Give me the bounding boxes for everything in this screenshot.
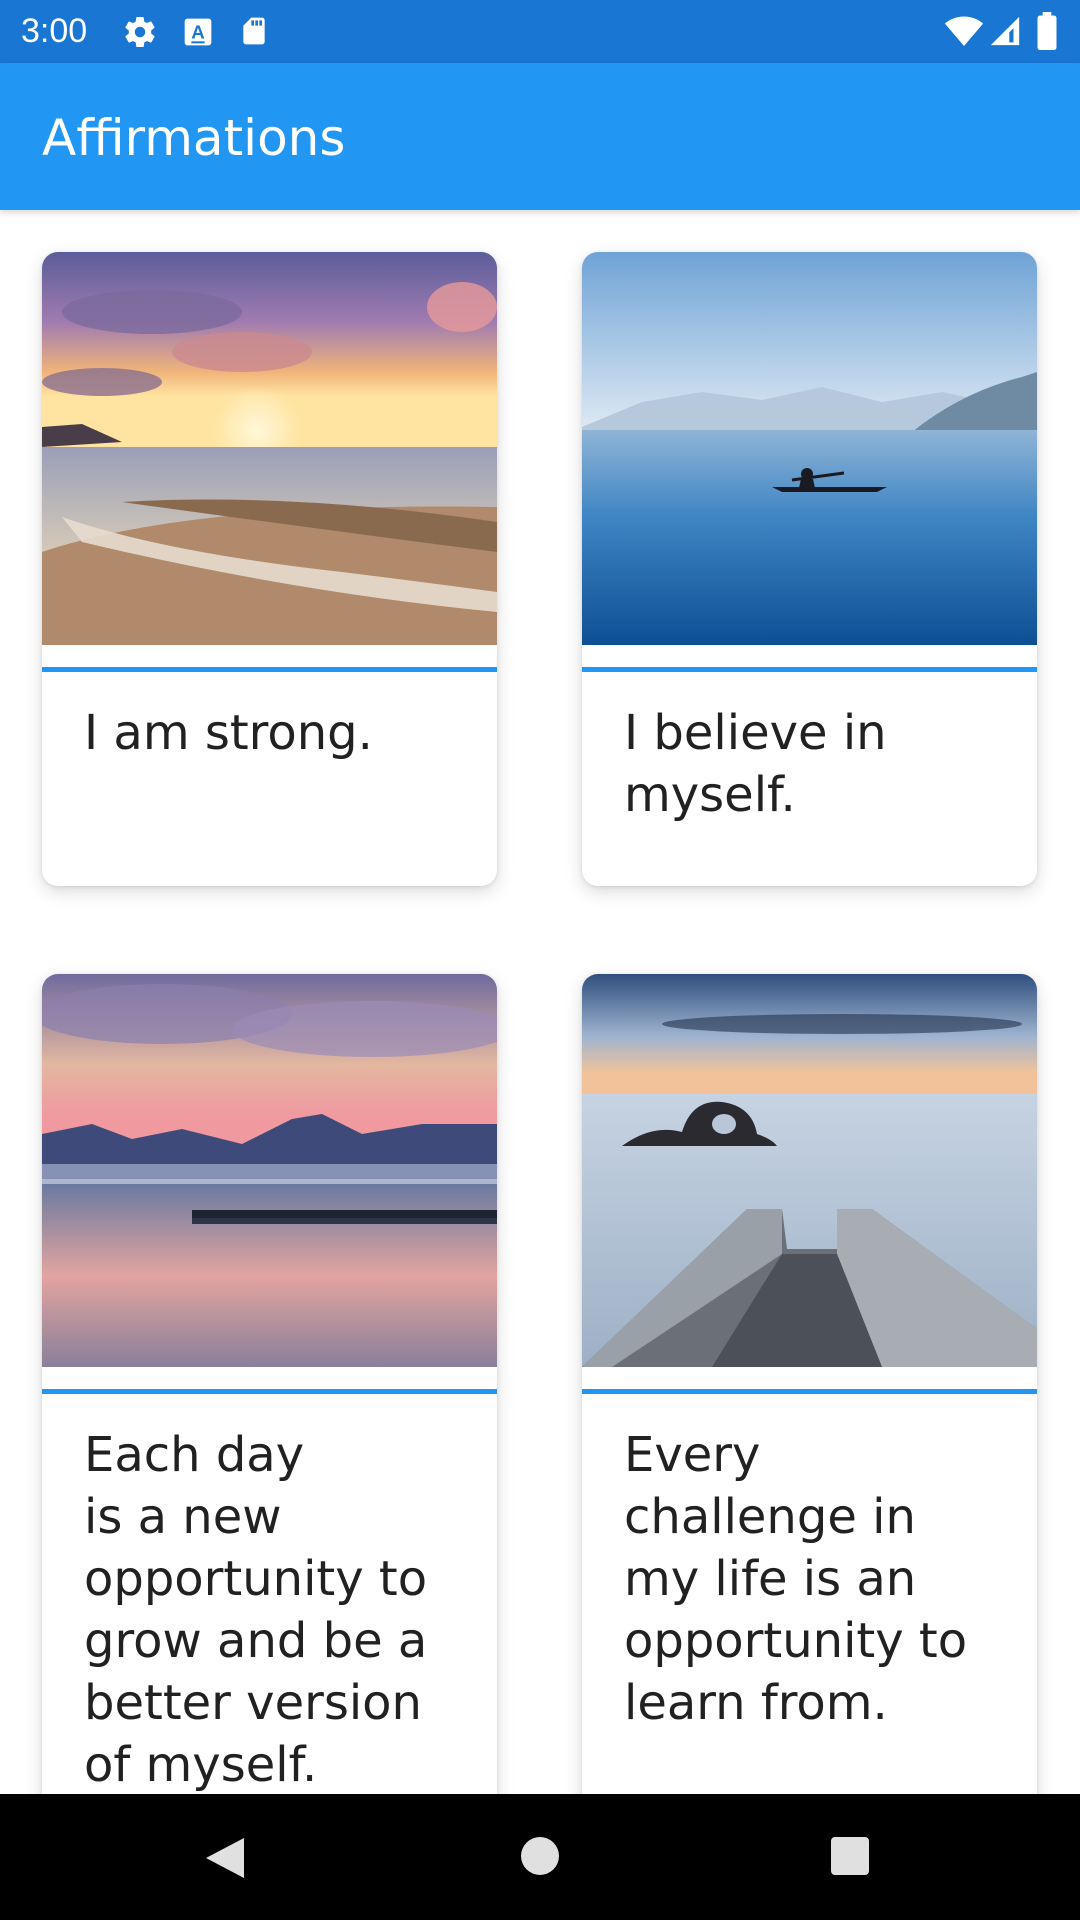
app-title: Affirmations bbox=[42, 109, 346, 167]
affirmation-text: I am strong. bbox=[84, 705, 373, 761]
card-divider bbox=[582, 1389, 1037, 1394]
affirmation-text: Every challenge in my life is an opportu… bbox=[624, 1427, 968, 1731]
mountain-lake-sunset-image bbox=[42, 974, 497, 1367]
battery-icon bbox=[1036, 12, 1058, 55]
svg-text:A: A bbox=[191, 22, 204, 43]
status-time: 3:00 bbox=[21, 12, 88, 50]
affirmations-grid[interactable]: I am strong. I believe in myself. Each d… bbox=[0, 210, 1080, 1794]
home-icon[interactable] bbox=[520, 1836, 560, 1881]
signal-icon bbox=[988, 14, 1022, 53]
back-icon[interactable] bbox=[202, 1834, 248, 1887]
card-divider bbox=[42, 1389, 497, 1394]
sunset-beach-image bbox=[42, 252, 497, 645]
affirmation-text: I believe in myself. bbox=[624, 705, 887, 823]
wifi-icon bbox=[944, 14, 984, 53]
affirmation-text: Each day is a new opportunity to grow an… bbox=[84, 1427, 428, 1793]
app-bar: Affirmations bbox=[0, 63, 1080, 210]
affirmation-card[interactable]: I believe in myself. bbox=[582, 252, 1037, 886]
gear-icon bbox=[122, 14, 158, 55]
affirmation-card[interactable]: Each day is a new opportunity to grow an… bbox=[42, 974, 497, 1794]
a11y-a-icon: A bbox=[182, 16, 214, 53]
card-divider bbox=[582, 667, 1037, 672]
kayak-lake-image bbox=[582, 252, 1037, 645]
status-bar: 3:00 A bbox=[0, 0, 1080, 63]
recents-icon[interactable] bbox=[830, 1836, 870, 1881]
affirmation-card[interactable]: I am strong. bbox=[42, 252, 497, 886]
sd-card-icon bbox=[238, 14, 270, 53]
pier-sea-rock-image bbox=[582, 974, 1037, 1367]
affirmation-card[interactable]: Every challenge in my life is an opportu… bbox=[582, 974, 1037, 1794]
navigation-bar bbox=[0, 1794, 1080, 1920]
card-divider bbox=[42, 667, 497, 672]
